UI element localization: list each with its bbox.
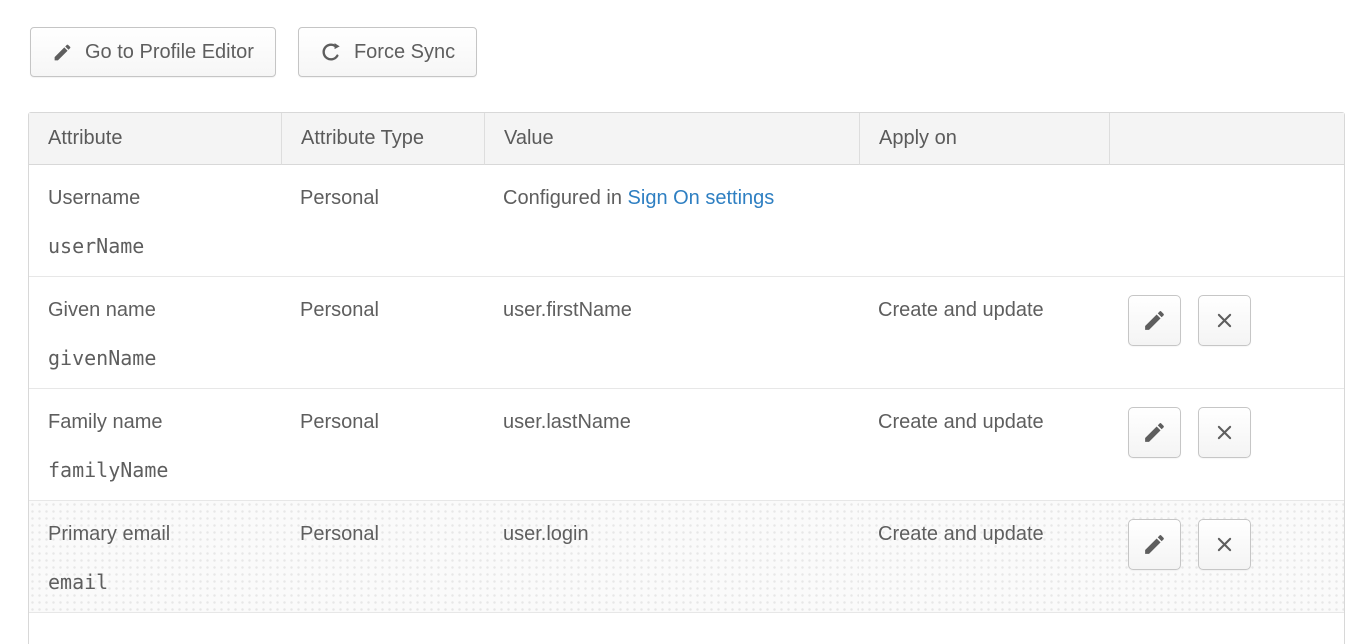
row-actions	[1128, 295, 1325, 346]
apply-on-value: Create and update	[878, 298, 1090, 322]
value-text: user.firstName	[503, 298, 840, 322]
go-to-profile-editor-label: Go to Profile Editor	[85, 41, 254, 64]
close-icon	[1212, 420, 1237, 445]
empty-cell	[1109, 612, 1344, 644]
refresh-icon	[320, 41, 342, 63]
attribute-variable-name: userName	[48, 234, 262, 258]
pencil-icon	[1142, 308, 1167, 333]
close-icon	[1212, 308, 1237, 333]
actions-cell	[1109, 165, 1344, 276]
attribute-type-value: Personal	[300, 298, 465, 322]
column-header-value: Value	[484, 113, 859, 165]
table-header-row: Attribute Attribute Type Value Apply on	[29, 113, 1344, 165]
actions-cell	[1109, 500, 1344, 612]
column-header-apply-on: Apply on	[859, 113, 1109, 165]
attribute-type-value: Personal	[300, 522, 465, 546]
attribute-type-cell: Personal	[281, 388, 484, 500]
actions-cell	[1109, 388, 1344, 500]
apply-on-cell: Create and update	[859, 500, 1109, 612]
value-cell: user.login	[484, 500, 859, 612]
column-header-actions	[1109, 113, 1344, 165]
force-sync-button[interactable]: Force Sync	[298, 27, 477, 77]
attribute-label: Family name	[48, 410, 262, 434]
attribute-label: Username	[48, 186, 262, 210]
force-sync-label: Force Sync	[354, 41, 455, 64]
value-text: user.login	[503, 522, 840, 546]
value-text: Configured in Sign On settings	[503, 186, 840, 210]
attribute-label: Given name	[48, 298, 262, 322]
apply-on-cell	[859, 165, 1109, 276]
attribute-type-value: Personal	[300, 186, 465, 210]
edit-attribute-button[interactable]	[1128, 407, 1181, 458]
attribute-cell: Family name familyName	[29, 388, 281, 500]
attribute-cell: Username userName	[29, 165, 281, 276]
table-row: Primary email email Personal user.login Crea…	[29, 500, 1344, 612]
attribute-variable-name: familyName	[48, 458, 262, 482]
edit-attribute-button[interactable]	[1128, 295, 1181, 346]
attribute-type-cell: Personal	[281, 500, 484, 612]
attribute-cell: Given name givenName	[29, 276, 281, 388]
actions-cell	[1109, 276, 1344, 388]
empty-cell	[484, 612, 859, 644]
remove-attribute-button[interactable]	[1198, 295, 1251, 346]
attribute-variable-name: email	[48, 570, 262, 594]
empty-cell	[29, 612, 281, 644]
pencil-icon	[52, 42, 73, 63]
close-icon	[1212, 532, 1237, 557]
value-cell: user.firstName	[484, 276, 859, 388]
attribute-type-cell: Personal	[281, 276, 484, 388]
value-prefix: Configured in	[503, 187, 628, 209]
pencil-icon	[1142, 532, 1167, 557]
table-body: Username userName Personal Configured in Si…	[29, 165, 1344, 644]
attribute-cell: Primary email email	[29, 500, 281, 612]
attribute-label: Primary email	[48, 522, 262, 546]
apply-on-cell: Create and update	[859, 388, 1109, 500]
table-row: Family name familyName Personal user.lastNa…	[29, 388, 1344, 500]
column-header-attribute: Attribute	[29, 113, 281, 165]
go-to-profile-editor-button[interactable]: Go to Profile Editor	[30, 27, 276, 77]
table-row: Username userName Personal Configured in Si…	[29, 165, 1344, 276]
table-row: Given name givenName Personal user.firstNam…	[29, 276, 1344, 388]
value-cell: user.lastName	[484, 388, 859, 500]
remove-attribute-button[interactable]	[1198, 407, 1251, 458]
attribute-mapping-table: Attribute Attribute Type Value Apply on …	[28, 112, 1345, 644]
toolbar: Go to Profile Editor Force Sync	[30, 27, 477, 77]
value-cell: Configured in Sign On settings	[484, 165, 859, 276]
apply-on-cell: Create and update	[859, 276, 1109, 388]
column-header-attribute-type: Attribute Type	[281, 113, 484, 165]
empty-cell	[859, 612, 1109, 644]
remove-attribute-button[interactable]	[1198, 519, 1251, 570]
table-row-partial	[29, 612, 1344, 644]
sign-on-settings-link[interactable]: Sign On settings	[628, 187, 775, 209]
empty-cell	[281, 612, 484, 644]
attribute-variable-name: givenName	[48, 346, 262, 370]
row-actions	[1128, 407, 1325, 458]
edit-attribute-button[interactable]	[1128, 519, 1181, 570]
pencil-icon	[1142, 420, 1167, 445]
attribute-type-value: Personal	[300, 410, 465, 434]
apply-on-value: Create and update	[878, 522, 1090, 546]
apply-on-value: Create and update	[878, 410, 1090, 434]
profile-mappings-page: Go to Profile Editor Force Sync Attribut…	[0, 0, 1370, 644]
row-actions	[1128, 519, 1325, 570]
attribute-type-cell: Personal	[281, 165, 484, 276]
value-text: user.lastName	[503, 410, 840, 434]
